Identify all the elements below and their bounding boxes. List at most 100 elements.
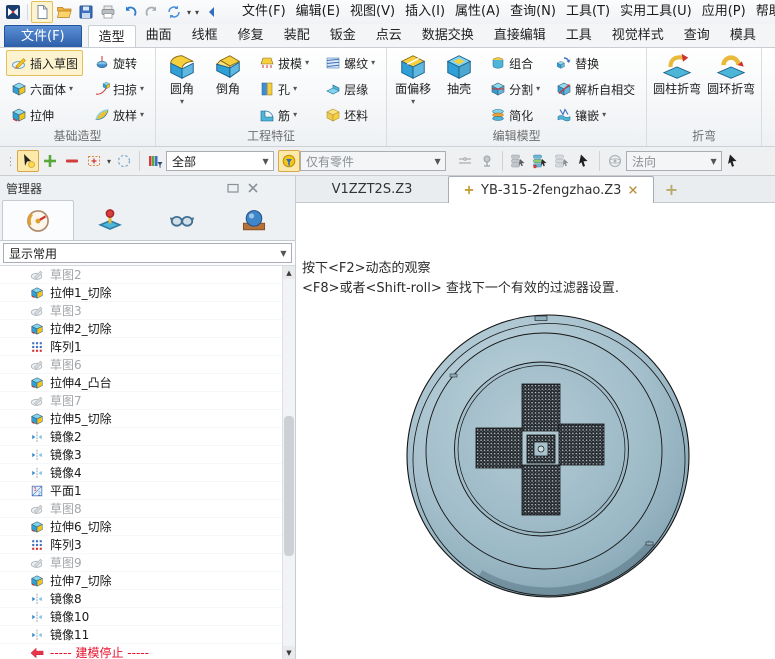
tree-item[interactable]: 镜像3 [0,446,282,464]
color-filter-icon[interactable] [144,150,166,172]
marquee-select-icon[interactable] [83,150,105,172]
menu-属性(A)[interactable]: 属性(A) [450,1,505,23]
tree-item[interactable]: 拉伸2_切除 [0,320,282,338]
pick-from-list-icon[interactable] [507,150,529,172]
tree-item[interactable]: 拉伸7_切除 [0,572,282,590]
ribbon-tab-线框[interactable]: 线框 [182,24,228,47]
close-panel-icon[interactable] [245,180,261,196]
dropdown-arrow[interactable]: ▾ [293,85,297,93]
viewport[interactable]: 按下<F2>动态的观察 <F8>或者<Shift-roll> 查找下一个有效的过… [296,203,775,659]
button-旋转[interactable]: 旋转 [89,50,149,76]
tree-item[interactable]: 草图8 [0,500,282,518]
button-拉伸[interactable]: 拉伸 [6,102,83,128]
tree-item[interactable]: ----- 建模停止 ----- [0,644,282,659]
combo-arrow-icon[interactable]: ▼ [706,152,721,170]
button-六面体[interactable]: 六面体▾ [6,76,83,102]
button-筋[interactable]: 筋▾ [254,102,314,128]
display-filter-combobox[interactable]: 显示常用 ▼ [3,243,292,263]
button-镶嵌[interactable]: 镶嵌▾ [551,102,640,128]
scroll-down-icon[interactable]: ▼ [283,646,295,659]
button-螺纹[interactable]: 螺纹▾ [320,50,380,76]
tree-item[interactable]: 镜像10 [0,608,282,626]
button-层缘[interactable]: 层缘 [320,76,380,102]
ribbon-tab-工具[interactable]: 工具 [556,24,602,47]
tree-item[interactable]: 草图3 [0,302,282,320]
button-解析自相交[interactable]: 解析自相交 [551,76,640,102]
redo-button[interactable] [141,1,163,23]
menu-应用(P)[interactable]: 应用(P) [697,1,751,23]
pin-tool-icon[interactable] [476,150,498,172]
dropdown-arrow[interactable]: ▾ [536,85,540,93]
tree-item[interactable]: 镜像11 [0,626,282,644]
dropdown-arrow[interactable]: ▾ [140,85,144,93]
button-圆环折弯[interactable]: 圆环折弯 [704,50,758,97]
button-放样[interactable]: 放样▾ [89,102,149,128]
dropdown-arrow[interactable]: ▾ [140,111,144,119]
cursor-right-icon[interactable] [722,150,744,172]
collapse-left-icon[interactable] [201,1,223,23]
tree-item[interactable]: 镜像4 [0,464,282,482]
new-tab-button[interactable]: + [654,176,688,202]
pick-last-icon[interactable] [551,150,573,172]
tree-item[interactable]: 阵列3 [0,536,282,554]
button-分割[interactable]: 分割▾ [485,76,545,102]
menu-实用工具(U)[interactable]: 实用工具(U) [615,1,697,23]
gyro-icon[interactable] [604,150,626,172]
scope-funnel-icon[interactable] [278,150,300,172]
scroll-up-icon[interactable]: ▲ [283,266,295,279]
remove-selection-icon[interactable] [61,150,83,172]
ribbon-tab-点云[interactable]: 点云 [366,24,412,47]
combo-arrow-icon[interactable]: ▼ [276,244,291,262]
menu-插入(I)[interactable]: 插入(I) [400,1,450,23]
toolbar-grip[interactable]: ⋮ [5,155,14,168]
combo-arrow-icon[interactable]: ▼ [430,152,445,170]
tab-file[interactable]: 文件(F) [4,25,82,47]
button-坯料[interactable]: 坯料 [320,102,380,128]
tree-item[interactable]: 拉伸6_切除 [0,518,282,536]
tree-item[interactable]: 32平面1 [0,482,282,500]
float-panel-icon[interactable] [225,180,241,196]
tree-item[interactable]: 拉伸1_切除 [0,284,282,302]
ribbon-tab-数据交换[interactable]: 数据交换 [412,24,484,47]
toolbar-options-arrow[interactable]: ▾ [193,8,201,17]
tab-close-icon[interactable] [627,184,639,196]
button-倒角[interactable]: 倒角 [205,50,251,97]
button-扫掠[interactable]: 扫掠▾ [89,76,149,102]
normal-combobox[interactable]: 法向 ▼ [626,151,722,171]
tree-item[interactable]: 镜像2 [0,428,282,446]
dropdown-arrow[interactable]: ▾ [371,59,375,67]
manager-tab-assembly-stamp[interactable] [74,200,146,240]
entity-filter-combobox[interactable]: 全部 ▼ [166,151,274,171]
ribbon-tab-查询[interactable]: 查询 [674,24,720,47]
lasso-select-icon[interactable] [113,150,135,172]
open-folder-button[interactable] [53,1,75,23]
ribbon-tab-装配[interactable]: 装配 [274,24,320,47]
tree-item[interactable]: 阵列1 [0,338,282,356]
manager-tab-render-sphere[interactable] [218,200,290,240]
document-tab-V1ZZT2S.Z3[interactable]: V1ZZT2S.Z3 [296,176,448,202]
ribbon-tab-造型[interactable]: 造型 [88,25,136,48]
button-抽壳[interactable]: 抽壳 [436,50,482,97]
sync-dropdown-arrow[interactable]: ▾ [185,8,193,17]
tree-item[interactable]: 草图7 [0,392,282,410]
tree-item[interactable]: 拉伸5_切除 [0,410,282,428]
button-圆柱折弯[interactable]: 圆柱折弯 [650,50,704,97]
dropdown-arrow[interactable]: ▾ [305,59,309,67]
new-doc-button[interactable] [31,1,53,23]
pick-from-list-active-icon[interactable] [529,150,551,172]
add-selection-icon[interactable] [39,150,61,172]
button-组合[interactable]: 组合 [485,50,545,76]
tree-item[interactable]: 草图6 [0,356,282,374]
button-简化[interactable]: 简化 [485,102,545,128]
undo-button[interactable] [119,1,141,23]
print-button[interactable] [97,1,119,23]
button-拔模[interactable]: 拔模▾ [254,50,314,76]
select-all-cursor-icon[interactable] [573,150,595,172]
ribbon-tab-视觉样式[interactable]: 视觉样式 [602,24,674,47]
menu-视图(V)[interactable]: 视图(V) [345,1,400,23]
ribbon-tab-修复[interactable]: 修复 [228,24,274,47]
ribbon-tab-钣金[interactable]: 钣金 [320,24,366,47]
button-替换[interactable]: 替换 [551,50,640,76]
ribbon-tab-模具[interactable]: 模具 [720,24,766,47]
menu-编辑(E)[interactable]: 编辑(E) [291,1,345,23]
